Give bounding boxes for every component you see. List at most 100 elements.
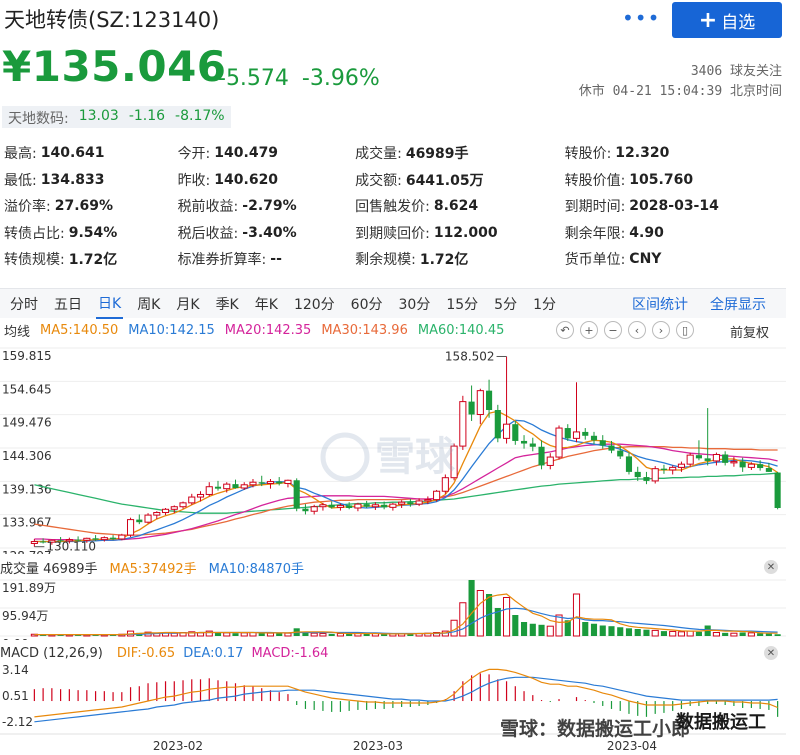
candle-style-icon[interactable]: ▯ (676, 321, 694, 339)
tab-period[interactable]: 日K (96, 289, 124, 319)
stat-label: 货币单位: (564, 252, 626, 269)
volume-bar (774, 634, 781, 636)
stat-item: 成交量: 46989手 (355, 140, 564, 167)
macd-dea: DEA:0.17 (183, 645, 244, 661)
tab-period[interactable]: 1分 (531, 290, 558, 318)
y-tick-label: -2.12 (2, 715, 33, 729)
fullscreen-link[interactable]: 全屏显示 (710, 294, 766, 314)
change-percent: -3.96% (301, 66, 380, 91)
candle-body (590, 435, 598, 441)
stat-label: 到期赎回价: (355, 225, 430, 242)
tab-period[interactable]: 120分 (292, 290, 337, 318)
candle-body (398, 501, 406, 505)
watermark-bottom-right: 数据搬运工 (676, 712, 766, 733)
volume-bar (232, 633, 239, 636)
stat-item: 成交额: 6441.05万 (355, 167, 564, 194)
close-macd-icon[interactable]: ✕ (764, 646, 778, 660)
candle-body (502, 423, 511, 439)
more-options-icon[interactable]: ••• (622, 6, 660, 30)
candle-body (494, 409, 501, 439)
undo-icon[interactable]: ↶ (556, 321, 574, 339)
volume-bar (336, 633, 344, 637)
linked-stock-name: 天地数码: (8, 111, 69, 127)
candle-body (319, 504, 327, 508)
close-volume-icon[interactable]: ✕ (764, 560, 778, 574)
tab-period[interactable]: 年K (253, 290, 280, 318)
candle-body (722, 454, 729, 463)
xueqiu-logo-icon (320, 432, 370, 482)
volume-bar (677, 631, 686, 637)
tab-period[interactable]: 30分 (397, 290, 433, 318)
tab-period[interactable]: 月K (174, 290, 201, 318)
y-tick-label: 154.645 (2, 382, 52, 396)
candle-body (284, 479, 292, 485)
candle-body (40, 541, 47, 543)
volume-chart[interactable]: 191.89万 95.94万 0.00 (0, 576, 786, 640)
y-tick-label: 0.00 (2, 637, 29, 640)
candle-body (625, 456, 633, 472)
candle-body (354, 503, 362, 509)
y-tick-label: 191.89万 (2, 581, 56, 595)
candle-body (572, 431, 581, 439)
tab-period[interactable]: 分时 (8, 290, 40, 318)
candlestick-chart[interactable]: 159.815 154.645 149.476 144.306 139.136 133.9… (0, 340, 786, 554)
current-price: ¥135.046 (2, 42, 227, 91)
stat-value: -3.40% (242, 224, 297, 241)
zoom-out-icon[interactable]: − (604, 321, 622, 339)
candle-body (371, 504, 379, 508)
candle-body (30, 541, 38, 544)
candle-body (126, 519, 135, 536)
volume-bar (310, 632, 318, 637)
volume-bar (739, 632, 746, 636)
candle-body (249, 481, 257, 486)
range-stats-link[interactable]: 区间统计 (632, 294, 688, 314)
stat-value: 140.641 (40, 145, 105, 162)
tab-period[interactable]: 60分 (349, 290, 385, 318)
candle-body (757, 464, 764, 469)
linked-stock[interactable]: 天地数码: 13.03 -1.16 -8.17% (2, 106, 231, 128)
stat-item: 最高: 140.641 (4, 140, 178, 167)
candle-body (223, 483, 231, 490)
volume-bar (695, 631, 702, 636)
stat-value: 8.624 (433, 198, 479, 215)
zoom-in-icon[interactable]: + (580, 321, 598, 339)
volume-bar (266, 632, 275, 637)
volume-bar (643, 629, 650, 636)
volume-bar (468, 580, 475, 636)
add-watchlist-button[interactable]: + 自选 (672, 2, 782, 38)
stat-value: 140.620 (214, 171, 279, 188)
volume-bar (590, 623, 598, 636)
pan-left-icon[interactable]: ‹ (628, 321, 646, 339)
y-tick-label: 133.967 (2, 516, 52, 530)
volume-bar (328, 633, 335, 636)
pan-right-icon[interactable]: › (652, 321, 670, 339)
candle-body (765, 468, 772, 472)
stat-item: 剩余年限: 4.90 (565, 220, 784, 247)
tab-period[interactable]: 周K (135, 290, 162, 318)
stat-item: 标准券折算率: -- (178, 246, 356, 273)
tab-period[interactable]: 15分 (444, 290, 480, 318)
x-tick-label: 2023-04 (607, 739, 657, 753)
market-status: 休市 04-21 15:04:39 北京时间 (578, 84, 782, 99)
volume-ma5: MA5:37492手 (109, 561, 197, 577)
tab-period[interactable]: 季K (214, 290, 241, 318)
candle-body (582, 431, 589, 436)
stat-value: 2028-03-14 (629, 198, 719, 215)
adjust-mode-selector[interactable]: 前复权 (730, 322, 769, 341)
stat-item: 今开: 140.479 (178, 140, 356, 167)
follower-count[interactable]: 3406 球友关注 (691, 60, 782, 79)
stat-item: 溢价率: 27.69% (4, 193, 178, 220)
tab-period[interactable]: 五日 (52, 290, 84, 318)
stat-label: 剩余规模: (355, 252, 416, 269)
volume-bar (284, 632, 292, 637)
ma-legend-title: 均线 (4, 324, 31, 340)
stat-item: 税后收益: -3.40% (178, 220, 356, 247)
stat-value: 6441.05万 (405, 172, 484, 189)
macd-title: MACD (12,26,9) (0, 645, 103, 661)
candle-body (433, 490, 441, 501)
volume-bar (599, 625, 606, 636)
candle-body (486, 390, 493, 410)
tab-period[interactable]: 5分 (492, 290, 519, 318)
x-tick-label: 2023-02 (153, 739, 203, 753)
volume-bar (608, 626, 615, 636)
